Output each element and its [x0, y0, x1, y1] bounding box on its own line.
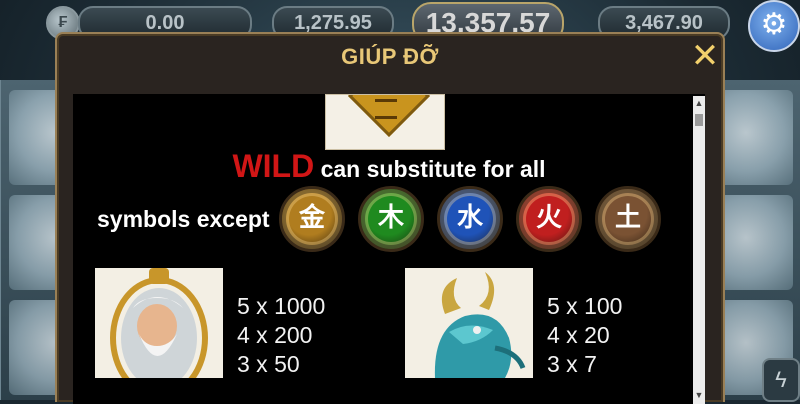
settings-button[interactable]: ⚙ — [748, 0, 800, 52]
scroll-up-icon[interactable]: ▲ — [693, 96, 705, 110]
wild-word: WILD — [232, 148, 315, 184]
bagua-lines-icon — [375, 99, 397, 119]
metal-element-icon: 金 — [279, 186, 345, 252]
wood-element-icon: 木 — [358, 186, 424, 252]
wild-rule-text: WILD can substitute for all — [73, 148, 705, 185]
old-sage-portrait-icon — [110, 268, 208, 378]
lightning-icon: ϟ — [775, 367, 787, 392]
wild-description: can substitute for all — [320, 156, 546, 182]
payout-three: 3 x 7 — [547, 351, 597, 377]
fire-element-icon: 火 — [516, 186, 582, 252]
scroll-thumb[interactable] — [695, 114, 703, 126]
scrollbar[interactable]: ▲ ▼ — [693, 96, 705, 404]
payout-three: 3 x 50 — [237, 351, 300, 377]
close-button[interactable]: ✕ — [689, 38, 721, 74]
help-content-panel[interactable]: WILD can substitute for all symbols exce… — [73, 94, 705, 404]
water-element-icon: 水 — [437, 186, 503, 252]
turbo-button[interactable]: ϟ — [762, 358, 800, 402]
azure-dragon-icon — [434, 272, 526, 378]
azure-dragon-payouts: 5 x 100 4 x 20 3 x 7 — [547, 292, 622, 379]
old-sage-symbol — [95, 268, 223, 378]
payout-five: 5 x 1000 — [237, 293, 326, 319]
payout-four: 4 x 200 — [237, 322, 313, 348]
old-sage-payouts: 5 x 1000 4 x 200 3 x 50 — [237, 292, 325, 379]
payout-five: 5 x 100 — [547, 293, 623, 319]
azure-dragon-symbol — [405, 268, 533, 378]
dialog-title: GIÚP ĐỠ — [341, 44, 439, 69]
gear-icon: ⚙ — [760, 8, 788, 41]
scatter-symbol-tile — [325, 94, 445, 150]
help-dialog: GIÚP ĐỠ ✕ WILD can substitute for all sy… — [55, 32, 725, 404]
payout-four: 4 x 20 — [547, 322, 610, 348]
except-text: symbols except — [97, 206, 270, 232]
earth-element-icon: 土 — [595, 186, 661, 252]
close-icon: ✕ — [690, 37, 720, 75]
